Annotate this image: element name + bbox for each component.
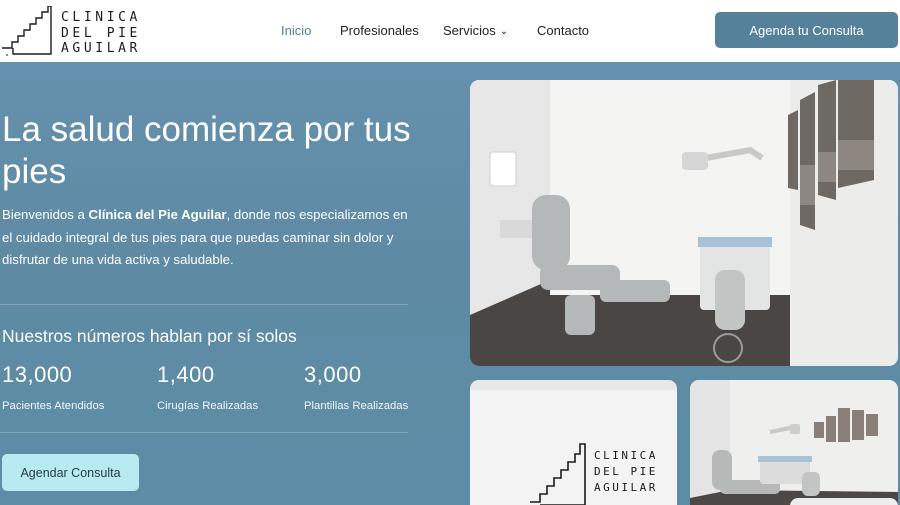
intro-clinic-name: Clínica del Pie Aguilar [88,207,227,222]
logo-wordmark: CLINICA DEL PIE AGUILAR [61,10,141,57]
staircase-logo-icon [2,6,52,56]
stat-label: Cirugías Realizadas [157,400,259,412]
stat-plantillas: 3,000 Plantillas Realizadas [304,362,408,412]
clinic-logo[interactable]: CLINICA DEL PIE AGUILAR [2,6,162,56]
nav-item-servicios-label: Servicios [443,23,496,38]
svg-text:AGUILAR: AGUILAR [594,481,658,494]
hero-title: La salud comienza por tus pies [2,110,411,191]
nav-item-servicios[interactable]: Servicios ⌄ [443,23,508,38]
numbers-heading: Nuestros números hablan por sí solos [2,326,297,346]
stat-value: 13,000 [2,362,73,387]
hero-section: La salud comienza por tus pies Bienvenid… [0,62,900,505]
divider [0,304,408,305]
nav-item-profesionales[interactable]: Profesionales [340,23,419,38]
stat-cirugias: 1,400 Cirugías Realizadas [157,362,258,412]
nav-item-contacto[interactable]: Contacto [537,23,589,38]
svg-text:DEL PIE: DEL PIE [594,465,658,478]
logo-line-3: AGUILAR [61,41,141,56]
stat-value: 3,000 [304,362,362,387]
stat-label: Plantillas Realizadas [304,400,409,412]
agendar-consulta-button[interactable]: Agendar Consulta [2,454,139,491]
clinic-logo-wall-photo: CLINICA DEL PIE AGUILAR [470,380,677,505]
divider [0,432,408,433]
intro-text-start: Bienvenidos a [2,207,89,222]
hero-intro: Bienvenidos a Clínica del Pie Aguilar, d… [2,204,414,272]
clinic-room-photo [470,80,898,366]
nav-item-inicio[interactable]: Inicio [281,23,311,38]
stat-value: 1,400 [157,362,215,387]
site-header: CLINICA DEL PIE AGUILAR Inicio Profesion… [0,0,900,62]
chevron-down-icon: ⌄ [499,26,509,37]
stat-label: Pacientes Atendidos [2,400,105,412]
logo-line-1: CLINICA [61,10,141,25]
agenda-consulta-button[interactable]: Agenda tu Consulta [715,12,898,48]
logo-line-2: DEL PIE [61,25,141,41]
svg-text:CLINICA: CLINICA [594,449,658,462]
clinic-room-secondary-photo [690,380,898,505]
stat-pacientes: 13,000 Pacientes Atendidos [2,362,104,412]
